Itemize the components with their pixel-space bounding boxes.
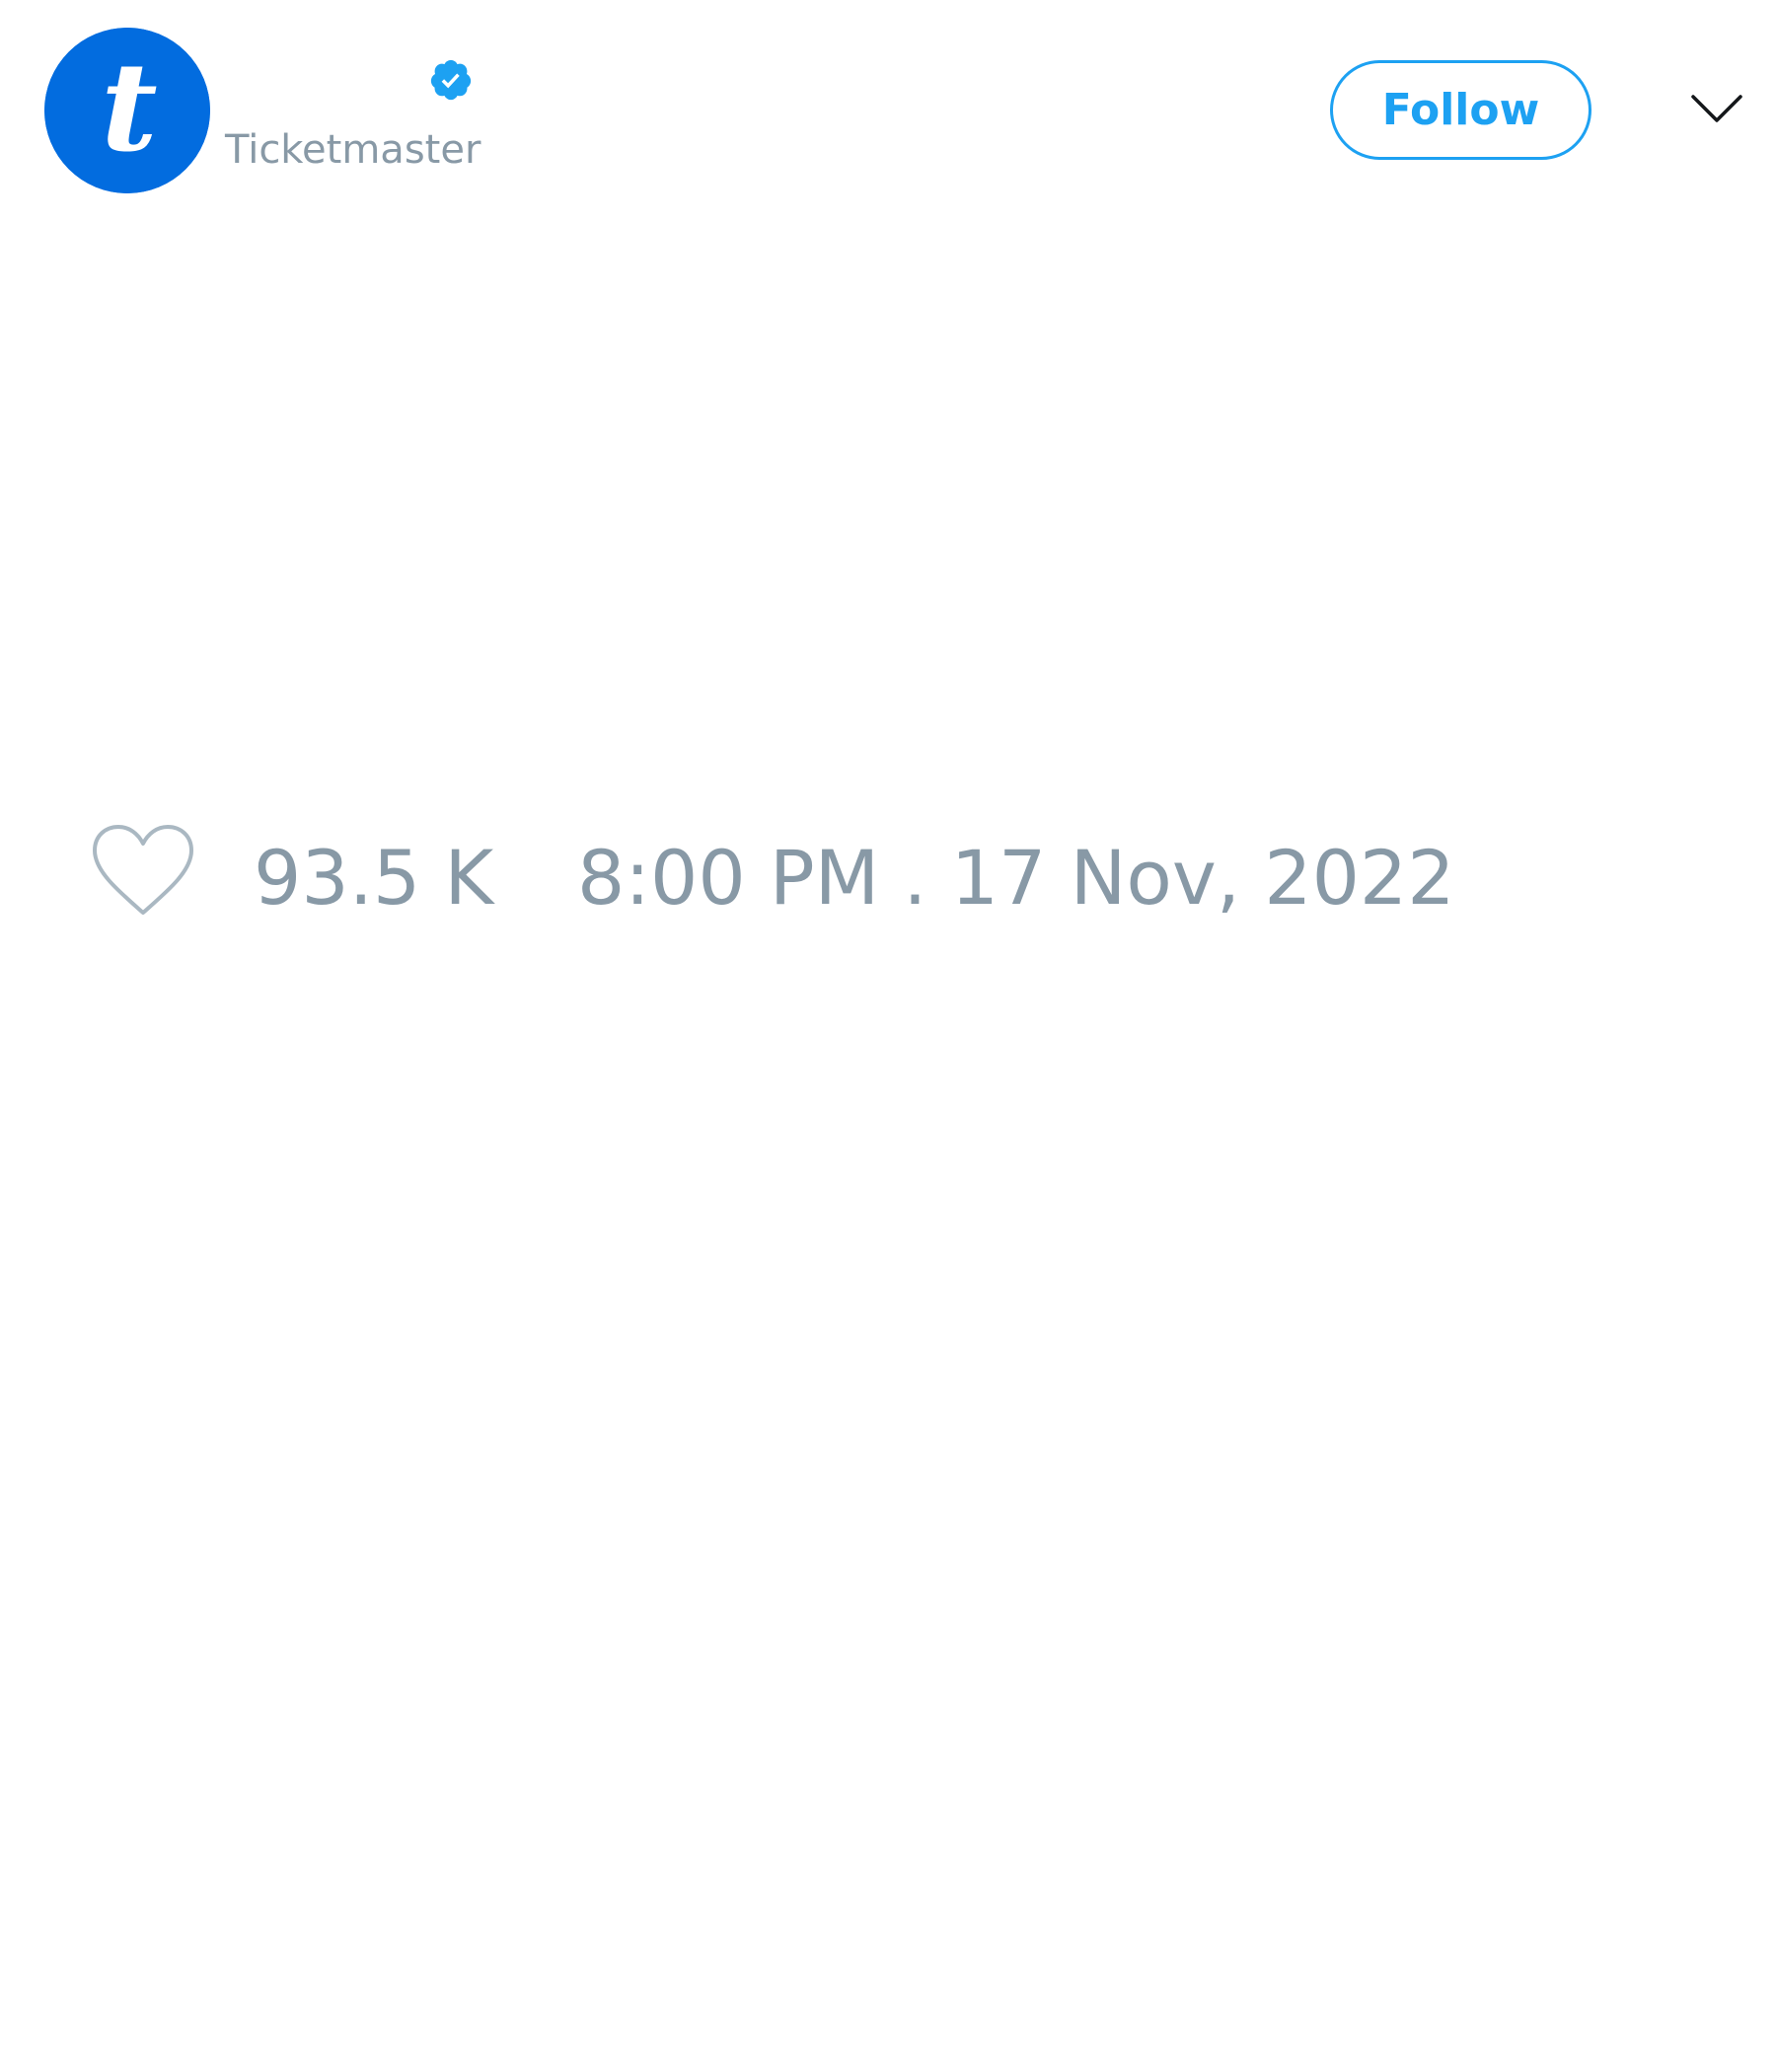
tweet-card: t Ticketmaster Follow 93.5 K 8:00 PM . 1…: [0, 0, 1776, 2072]
avatar-letter: t: [101, 37, 157, 180]
tweet-timestamp[interactable]: 8:00 PM . 17 Nov, 2022: [577, 834, 1455, 923]
like-count: 93.5 K: [254, 834, 494, 922]
ticketmaster-logo-icon: t: [44, 28, 210, 193]
follow-button[interactable]: Follow: [1330, 60, 1591, 160]
avatar[interactable]: t: [44, 28, 210, 193]
tweet-footer: 93.5 K 8:00 PM . 17 Nov, 2022: [91, 824, 1669, 923]
author-handle[interactable]: Ticketmaster: [225, 124, 481, 176]
heart-icon[interactable]: [91, 824, 195, 919]
chevron-down-icon[interactable]: [1689, 89, 1744, 128]
verified-badge-icon: [428, 57, 474, 103]
